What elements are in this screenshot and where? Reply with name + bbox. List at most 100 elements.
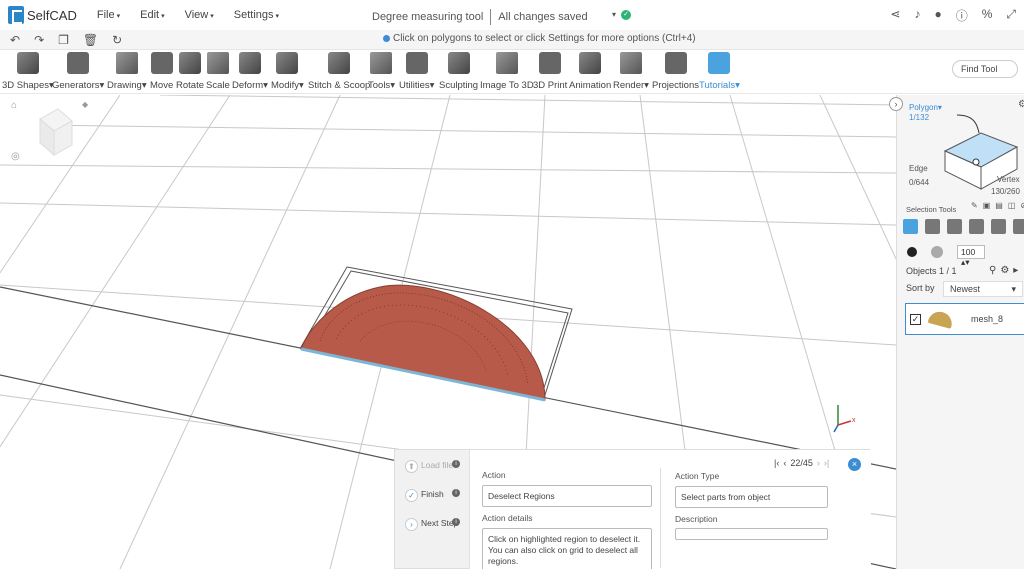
tool-deform[interactable]: Deform▾	[232, 52, 268, 91]
render-icon	[619, 52, 642, 74]
menu-view[interactable]: View ▾	[185, 9, 214, 21]
step-info-icon[interactable]: i	[452, 518, 460, 526]
perspective-view-icon[interactable]: ◆	[82, 100, 89, 109]
step-counter: 22/45	[790, 458, 813, 468]
next-step-icon[interactable]: ›	[817, 458, 820, 468]
grow-select-icon[interactable]: ▤	[995, 201, 1003, 210]
save-status-caret-icon[interactable]: ▾	[612, 10, 616, 19]
sort-by-select[interactable]: Newest ▾	[943, 281, 1023, 297]
tool-modify[interactable]: Modify▾	[271, 52, 304, 91]
tool-animation[interactable]: Animation	[569, 52, 611, 91]
header-actions: ⋖ ♪ ● ⓘ % ⤢	[890, 7, 1016, 24]
lasso-select-icon[interactable]: ▣	[983, 201, 991, 210]
view-cube[interactable]	[39, 108, 73, 157]
saved-check-icon: ✓	[621, 10, 631, 20]
loop-select-icon[interactable]: ◫	[1008, 201, 1016, 210]
edge-count: 0/644	[909, 178, 930, 187]
object-list-item[interactable]: ✓ mesh_8	[905, 303, 1024, 335]
select-sphere-icon[interactable]	[969, 219, 984, 234]
select-mesh-icon[interactable]	[991, 219, 1006, 234]
generator-icon	[67, 52, 90, 74]
menu-file[interactable]: File ▾	[97, 9, 120, 21]
brush-solid-icon[interactable]	[907, 247, 917, 257]
step-load-file[interactable]: ⬆ Load file i	[405, 460, 461, 480]
printer-icon	[539, 52, 562, 74]
object-thumbnail	[927, 309, 955, 329]
tool-image-to-3d[interactable]: Image To 3D	[480, 52, 534, 91]
brush-soft-icon[interactable]	[931, 246, 943, 258]
tutorial-details: Action Deselect Regions Action details C…	[469, 450, 871, 569]
document-title[interactable]: Degree measuring tool	[372, 11, 483, 23]
home-view-icon[interactable]: ⌂	[11, 100, 17, 111]
tool-drawing[interactable]: Drawing▾	[107, 52, 147, 91]
tool-move[interactable]: Move	[150, 52, 173, 91]
info-icon[interactable]: ⓘ	[956, 7, 968, 24]
brush-size-input[interactable]: 100 ▴▾	[957, 245, 985, 267]
panel-settings-icon[interactable]: ⚙	[1018, 99, 1024, 110]
projections-icon	[664, 52, 687, 74]
tool-rotate[interactable]: Rotate	[176, 52, 204, 91]
tool-utilities[interactable]: Utilities▾	[399, 52, 434, 91]
move-icon	[150, 52, 173, 74]
step-finish[interactable]: ✓ Finish i	[405, 489, 461, 509]
find-tool-input[interactable]: Find Tool	[952, 60, 1018, 78]
select-plane-icon[interactable]	[1013, 219, 1024, 234]
delete-icon[interactable]: 🗑	[83, 33, 98, 47]
document-title-bar: Degree measuring tool All changes saved	[372, 9, 588, 25]
protractor-mesh[interactable]	[300, 284, 546, 402]
history-bar: ↶ ↷ ❐ 🗑 ↻ Click on polygons to select or…	[0, 30, 1024, 50]
step-info-icon[interactable]: i	[452, 489, 460, 497]
tool-sculpting[interactable]: Sculpting	[439, 52, 478, 91]
fullscreen-icon[interactable]: ⤢	[1006, 7, 1016, 24]
tool-generators[interactable]: Generators▾	[52, 52, 104, 91]
expand-objects-icon[interactable]: ▸	[1013, 265, 1018, 276]
refresh-icon[interactable]: ↻	[112, 33, 122, 47]
user-icon[interactable]: ●	[934, 7, 941, 24]
tool-scale[interactable]: Scale	[206, 52, 230, 91]
tool-3d-print[interactable]: 3D Print	[533, 52, 567, 91]
units-icon[interactable]: %	[982, 7, 993, 24]
tutorial-icon	[708, 52, 731, 74]
objects-actions: ⚲ ⚙ ▸	[989, 265, 1018, 276]
paint-select-icon[interactable]: ✎	[971, 201, 978, 210]
vertex-mode-label[interactable]: Vertex	[997, 175, 1020, 184]
vertex-count: 130/260	[991, 187, 1020, 196]
select-wire-icon[interactable]	[925, 219, 940, 234]
search-objects-icon[interactable]: ⚲	[989, 265, 996, 276]
tool-render[interactable]: Render▾	[613, 52, 649, 91]
step-next[interactable]: › Next Step i	[405, 518, 461, 538]
copy-icon[interactable]: ❐	[58, 33, 69, 47]
hint-bar: Click on polygons to select or click Set…	[383, 33, 696, 44]
share-icon[interactable]: ⋖	[890, 7, 900, 24]
clear-select-icon[interactable]: ⊘	[1020, 201, 1024, 210]
hint-text: Click on polygons to select or click Set…	[393, 33, 696, 44]
redo-icon[interactable]: ↷	[34, 33, 44, 47]
menu-bar: SelfCAD File ▾ Edit ▾ View ▾ Settings ▾ Degr…	[0, 0, 1024, 30]
object-visibility-checkbox[interactable]: ✓	[910, 313, 921, 325]
tool-tools[interactable]: Tools▾	[368, 52, 395, 91]
last-step-icon[interactable]: ›|	[824, 458, 829, 468]
tool-projections[interactable]: Projections	[652, 52, 699, 91]
bell-icon[interactable]: ♪	[914, 7, 920, 24]
close-tutorial-icon[interactable]: ×	[848, 458, 861, 471]
object-name: mesh_8	[971, 314, 1004, 324]
tool-stitch-scoop[interactable]: Stitch & Scoop	[308, 52, 370, 91]
app-logo[interactable]: SelfCAD	[8, 6, 77, 24]
select-box-icon[interactable]	[947, 219, 962, 234]
edge-mode-label[interactable]: Edge	[909, 164, 928, 173]
panel-collapse-icon[interactable]: ›	[889, 97, 903, 111]
undo-icon[interactable]: ↶	[10, 33, 20, 47]
action-details-label: Action details	[482, 513, 533, 523]
objects-settings-icon[interactable]: ⚙	[1000, 265, 1009, 276]
pencil-icon	[115, 52, 138, 74]
step-info-icon[interactable]: i	[452, 460, 460, 468]
tool-tutorials[interactable]: Tutorials▾	[699, 52, 740, 91]
tool-3d-shapes[interactable]: 3D Shapes▾	[2, 52, 54, 91]
menu-settings[interactable]: Settings ▾	[234, 9, 279, 21]
select-cube-icon[interactable]	[903, 219, 918, 234]
menu-edit[interactable]: Edit ▾	[140, 9, 164, 21]
right-panel: › ⚙ Polygon▾ 1/132 Edge 0/644 Vertex 130…	[889, 95, 1024, 569]
orbit-view-icon[interactable]: ◎	[11, 151, 20, 162]
first-step-icon[interactable]: |‹	[774, 458, 779, 468]
prev-step-icon[interactable]: ‹	[783, 458, 786, 468]
